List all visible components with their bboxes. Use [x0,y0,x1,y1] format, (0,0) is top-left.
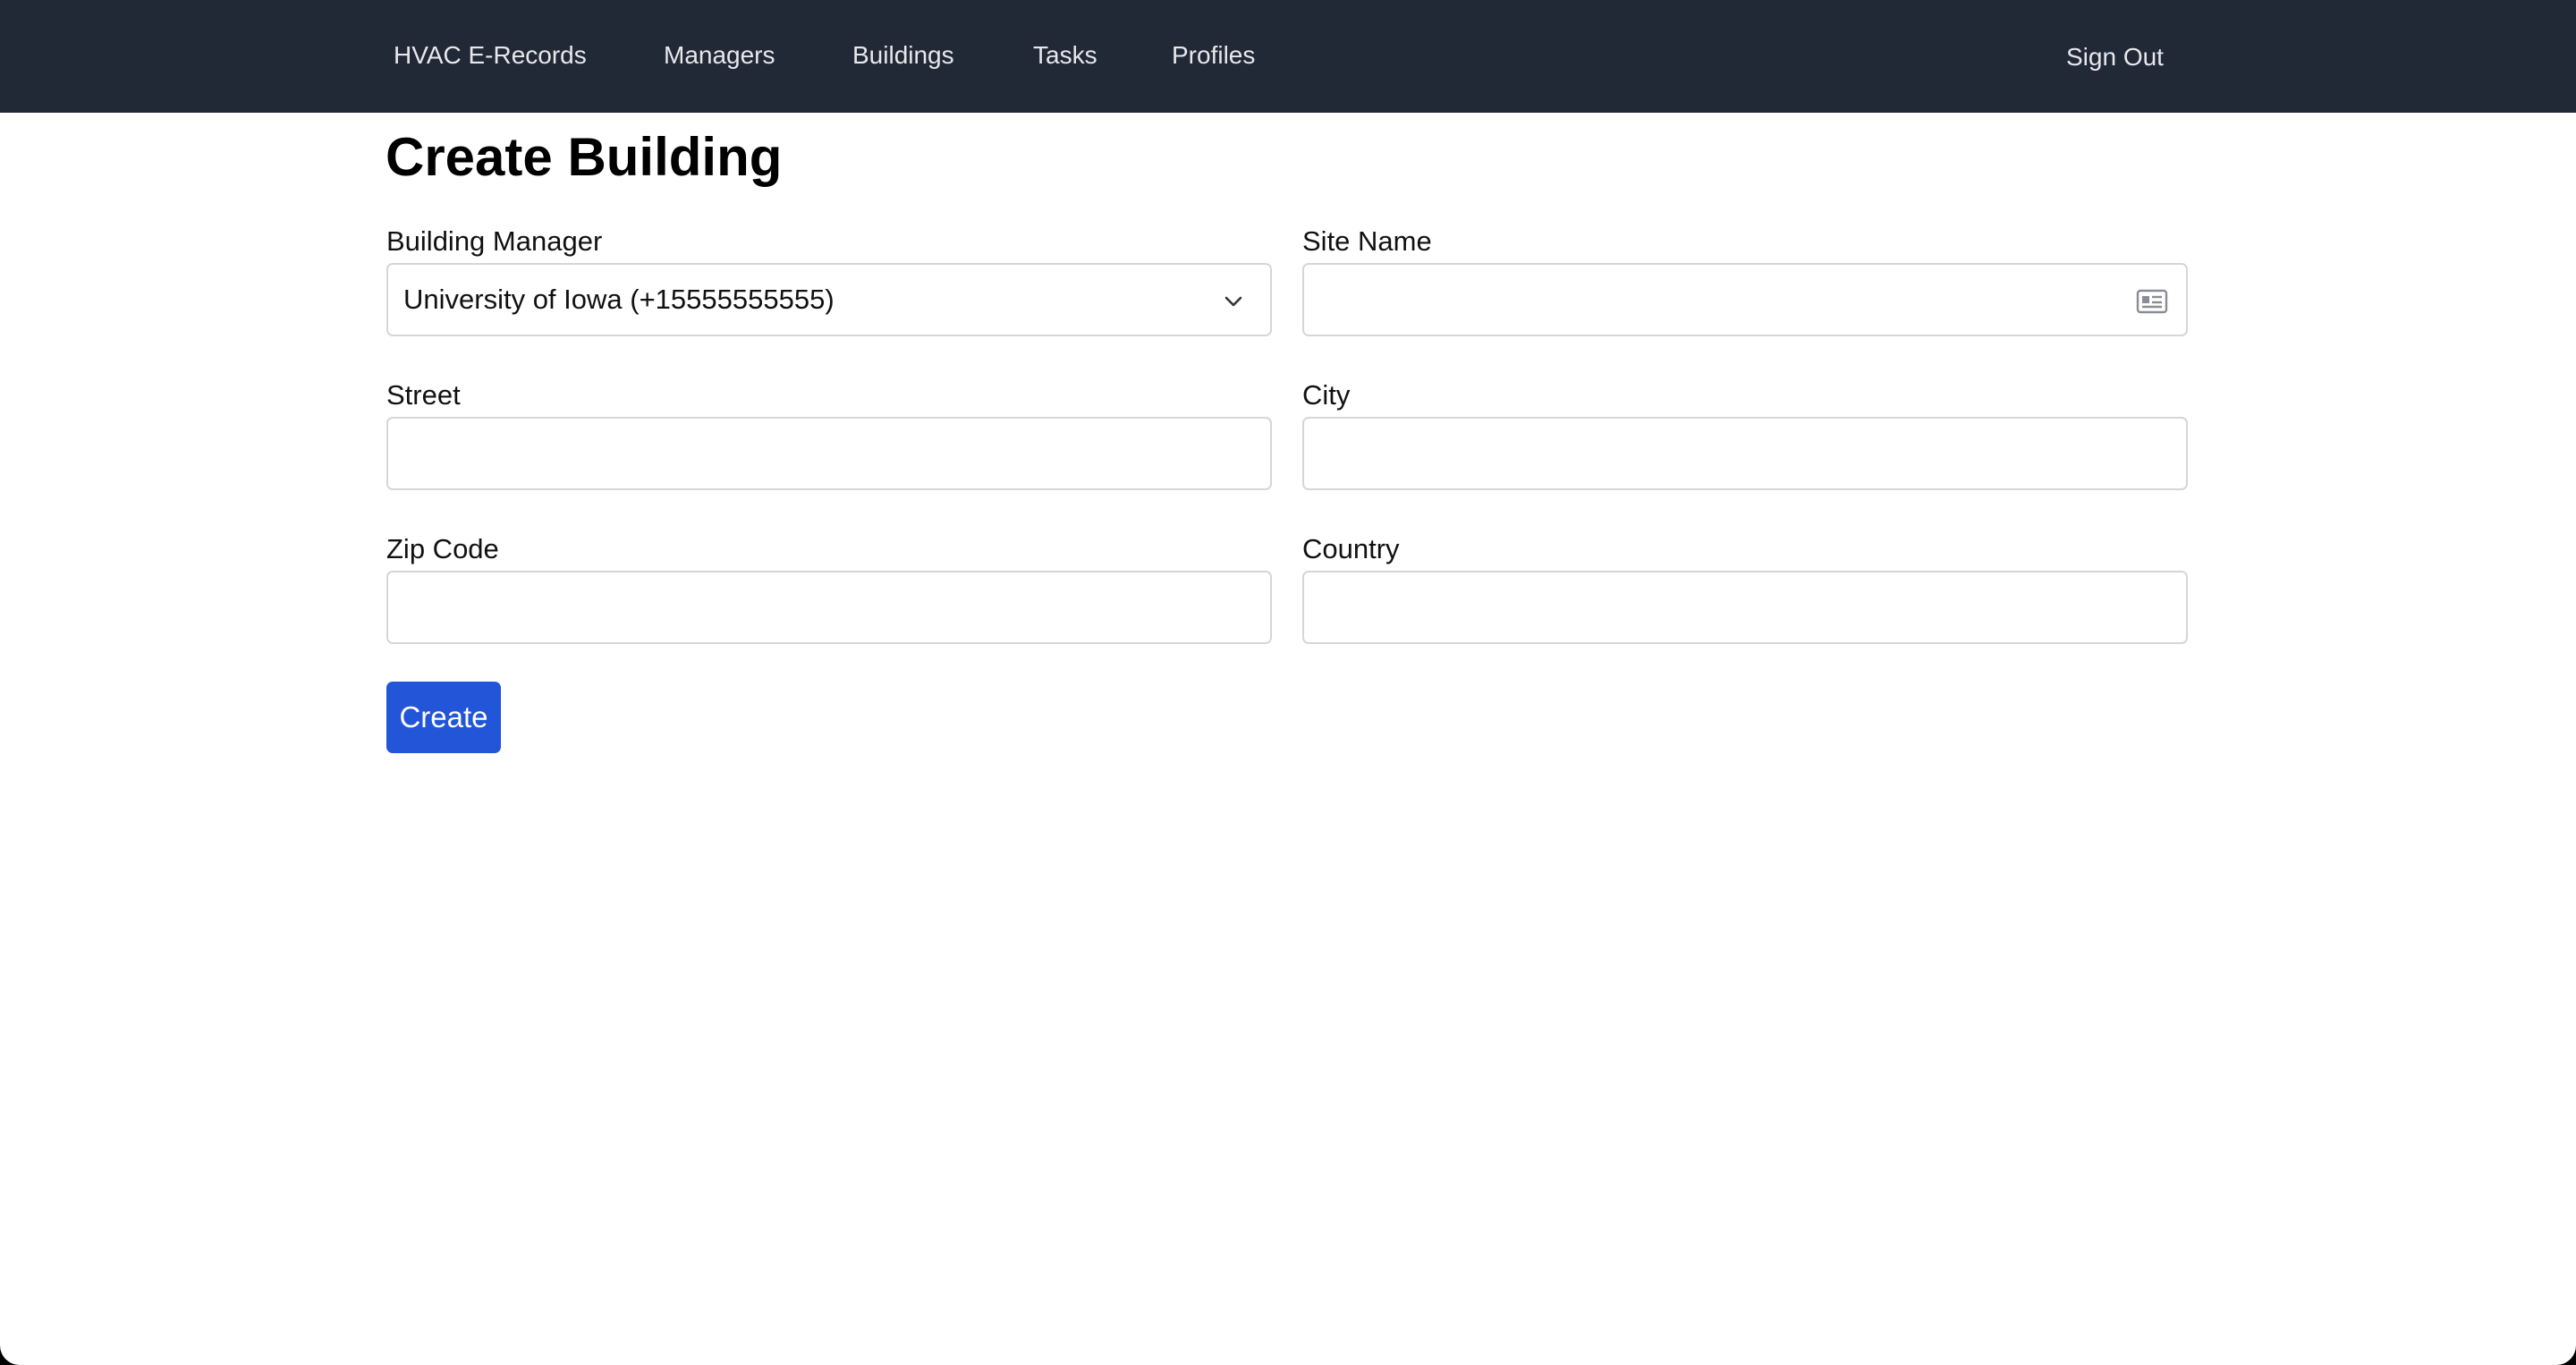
city-label: City [1302,379,1351,411]
street-label: Street [386,379,461,411]
site-name-input[interactable] [1304,265,2186,335]
building-manager-selected-value: University of Iowa (+15555555555) [403,284,835,315]
chevron-down-icon [1224,296,1242,307]
sign-out-link[interactable]: Sign Out [2066,43,2164,72]
create-button[interactable]: Create [386,682,501,753]
street-field [386,417,1272,490]
nav-link-buildings[interactable]: Buildings [852,41,954,70]
city-field [1302,417,2188,490]
zip-code-label: Zip Code [386,533,499,564]
country-input[interactable] [1304,572,2186,642]
app-window: HVAC E-Records Managers Buildings Tasks … [0,0,2576,1365]
country-label: Country [1302,533,1400,564]
nav-link-tasks[interactable]: Tasks [1033,41,1097,70]
contact-card-icon[interactable] [2136,288,2168,315]
nav-link-profiles[interactable]: Profiles [1172,41,1255,70]
city-input[interactable] [1304,419,2186,488]
building-manager-select[interactable]: University of Iowa (+15555555555) [386,263,1272,336]
building-manager-label: Building Manager [386,225,603,257]
country-field [1302,571,2188,644]
site-name-field [1302,263,2188,336]
nav-link-managers[interactable]: Managers [664,41,775,70]
page-title: Create Building [386,127,783,187]
site-name-label: Site Name [1302,225,1432,257]
zip-code-field [386,571,1272,644]
street-input[interactable] [388,419,1270,488]
top-navbar: HVAC E-Records Managers Buildings Tasks … [0,0,2576,113]
zip-code-input[interactable] [388,572,1270,642]
nav-brand-link[interactable]: HVAC E-Records [394,41,587,70]
